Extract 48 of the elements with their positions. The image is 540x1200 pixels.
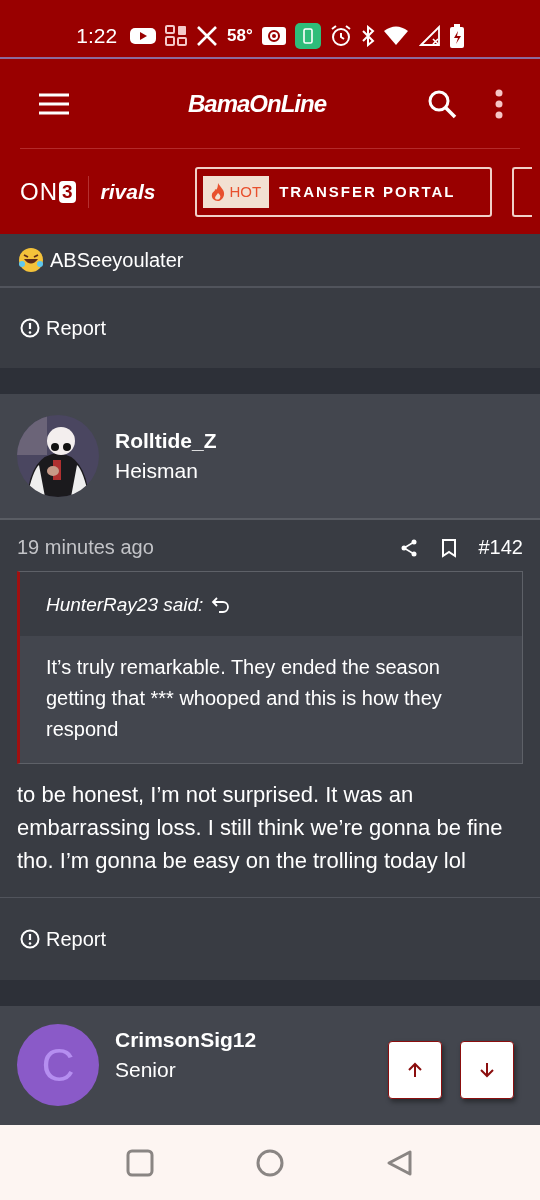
username[interactable]: Rolltide_Z bbox=[115, 429, 217, 453]
partner-logo[interactable]: rivals bbox=[100, 179, 156, 204]
scroll-down-button[interactable] bbox=[460, 1041, 514, 1099]
menu-icon[interactable] bbox=[38, 92, 70, 116]
jump-arrow-icon[interactable] bbox=[211, 596, 232, 614]
laughing-emoji-icon bbox=[18, 247, 44, 273]
user-title: Senior bbox=[115, 1058, 177, 1082]
post-time[interactable]: 19 minutes ago bbox=[17, 536, 377, 559]
home-icon[interactable] bbox=[256, 1148, 284, 1177]
post-text: to be honest, I’m not surprised. It was an embarrassing loss. I still think we’re gonna be fine tho. I’m gonna be easy on the trolling today lol bbox=[17, 781, 504, 875]
wifi-icon bbox=[383, 25, 410, 46]
logo-letters: ON bbox=[20, 177, 58, 206]
radio-icon bbox=[261, 25, 286, 46]
search-icon[interactable] bbox=[426, 88, 458, 120]
battery-icon bbox=[449, 23, 464, 48]
flame-icon bbox=[211, 182, 226, 201]
scroll-up-button[interactable] bbox=[388, 1041, 442, 1099]
report-button[interactable]: Report bbox=[20, 927, 107, 951]
quote-attribution[interactable]: HunterRay23 said: bbox=[46, 594, 204, 616]
down-arrow-icon bbox=[478, 1061, 496, 1079]
site-logo[interactable]: BamaOnLine bbox=[88, 90, 426, 118]
status-time: 1:22 bbox=[76, 23, 118, 48]
back-icon[interactable] bbox=[386, 1148, 414, 1177]
post-number[interactable]: #142 bbox=[478, 536, 523, 559]
signal-icon bbox=[418, 24, 441, 47]
warning-icon bbox=[20, 318, 40, 338]
x-icon bbox=[196, 24, 219, 47]
battery-saver-icon bbox=[294, 22, 321, 49]
hot-badge: HOT bbox=[203, 175, 270, 208]
recents-icon[interactable] bbox=[126, 1148, 154, 1177]
username[interactable]: CrimsonSig12 bbox=[115, 1028, 257, 1052]
bluetooth-icon bbox=[360, 24, 375, 47]
user-title: Heisman bbox=[115, 459, 199, 483]
up-arrow-icon bbox=[406, 1061, 424, 1079]
logo-digit: 3 bbox=[59, 180, 76, 203]
brand-logo[interactable]: ON 3 bbox=[20, 175, 89, 208]
alarm-icon bbox=[329, 24, 352, 47]
reaction-names[interactable]: ABSeeyoulater bbox=[50, 248, 184, 272]
more-icon[interactable] bbox=[494, 89, 504, 119]
report-button[interactable]: Report bbox=[20, 316, 107, 340]
warning-icon bbox=[20, 929, 40, 949]
temperature: 58° bbox=[227, 25, 253, 46]
quote-text: It’s truly remarkable. They ended the season getting that *** whooped and this is how they respond bbox=[20, 636, 522, 763]
play-icon bbox=[130, 26, 157, 45]
promo-button[interactable] bbox=[512, 166, 533, 217]
bookmark-icon[interactable] bbox=[440, 537, 457, 558]
grid-icon bbox=[165, 24, 188, 47]
promo-button[interactable]: HOT TRANSFER PORTAL bbox=[195, 166, 493, 217]
